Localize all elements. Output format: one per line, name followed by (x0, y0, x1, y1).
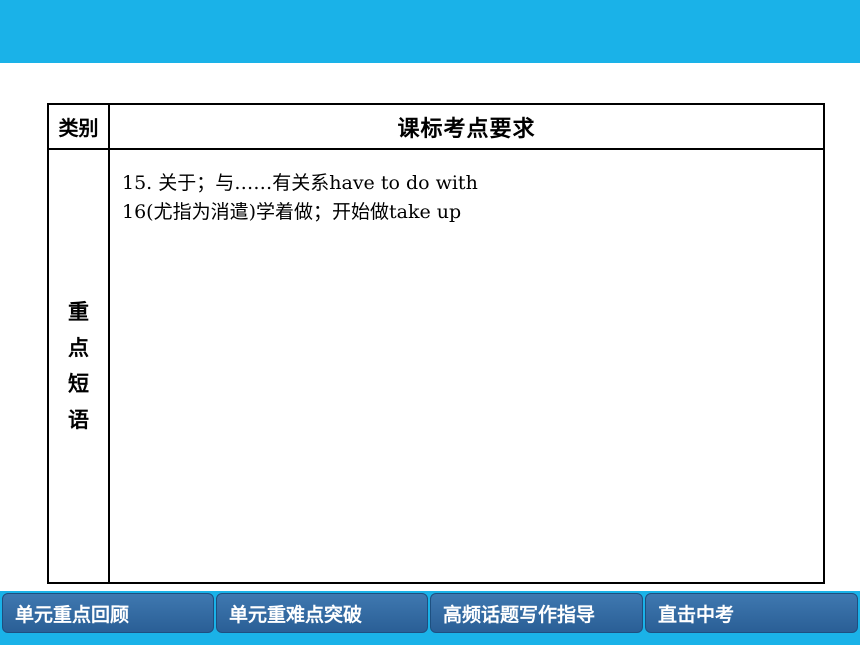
category-char: 短 (68, 372, 89, 396)
tab-difficulty-breakthrough[interactable]: 单元重难点突破 (216, 593, 428, 633)
column-divider (108, 105, 110, 582)
category-char: 点 (68, 336, 89, 360)
category-char: 重 (68, 300, 89, 324)
header-requirement: 课标考点要求 (397, 116, 536, 142)
bottom-nav-tabs: 单元重点回顾 单元重难点突破 高频话题写作指导 直击中考 (0, 593, 860, 635)
header-category: 类别 (58, 116, 99, 140)
content-table: 类别 课标考点要求 重 点 短 语 15. 关于；与……有关系have to d… (47, 103, 825, 584)
top-banner (0, 0, 860, 63)
tab-writing-guide[interactable]: 高频话题写作指导 (430, 593, 643, 633)
tab-exam-focus[interactable]: 直击中考 (645, 593, 858, 633)
tab-unit-review[interactable]: 单元重点回顾 (2, 593, 214, 633)
category-char: 语 (68, 408, 89, 432)
phrase-line: 16(尤指为消遣)学着做；开始做take up (122, 201, 462, 223)
category-label: 重 点 短 语 (49, 150, 108, 582)
phrase-line: 15. 关于；与……有关系have to do with (122, 172, 478, 194)
phrase-list: 15. 关于；与……有关系have to do with 16(尤指为消遣)学着… (122, 169, 812, 227)
